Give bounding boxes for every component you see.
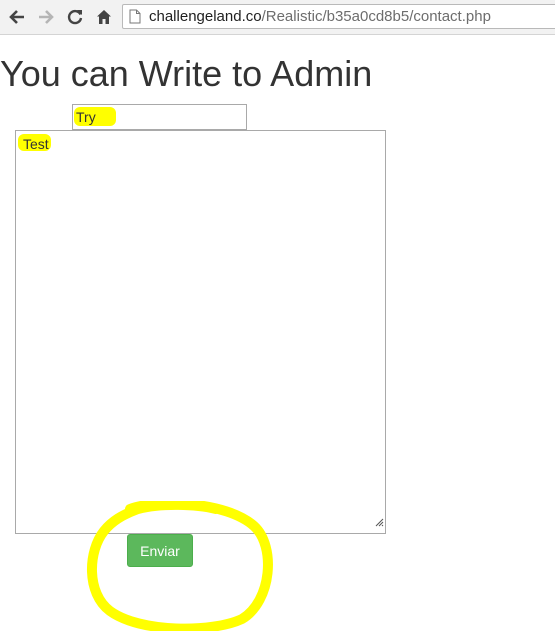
subject-value: Try (76, 109, 96, 125)
message-value: Test (23, 136, 49, 152)
submit-button[interactable]: Enviar (127, 534, 193, 567)
subject-input[interactable]: Try (72, 104, 247, 130)
address-bar[interactable]: challengeland.co/Realistic/b35a0cd8b5/co… (122, 4, 555, 29)
back-arrow-icon[interactable] (6, 6, 28, 28)
page-icon (129, 9, 141, 29)
submit-button-label: Enviar (140, 542, 180, 559)
message-textarea[interactable]: Test (15, 130, 386, 534)
url-host: challengeland.co (149, 8, 262, 25)
resize-grip-icon[interactable] (375, 514, 384, 532)
page-content: You can Write to Admin Try Test Enviar (0, 35, 555, 633)
page-title: You can Write to Admin (0, 53, 373, 94)
reload-icon[interactable] (64, 6, 86, 28)
url-path: /Realistic/b35a0cd8b5/contact.php (261, 8, 491, 25)
home-icon[interactable] (93, 6, 115, 28)
forward-arrow-icon[interactable] (35, 6, 57, 28)
browser-toolbar: challengeland.co/Realistic/b35a0cd8b5/co… (0, 0, 555, 35)
url-text: challengeland.co/Realistic/b35a0cd8b5/co… (149, 8, 491, 25)
